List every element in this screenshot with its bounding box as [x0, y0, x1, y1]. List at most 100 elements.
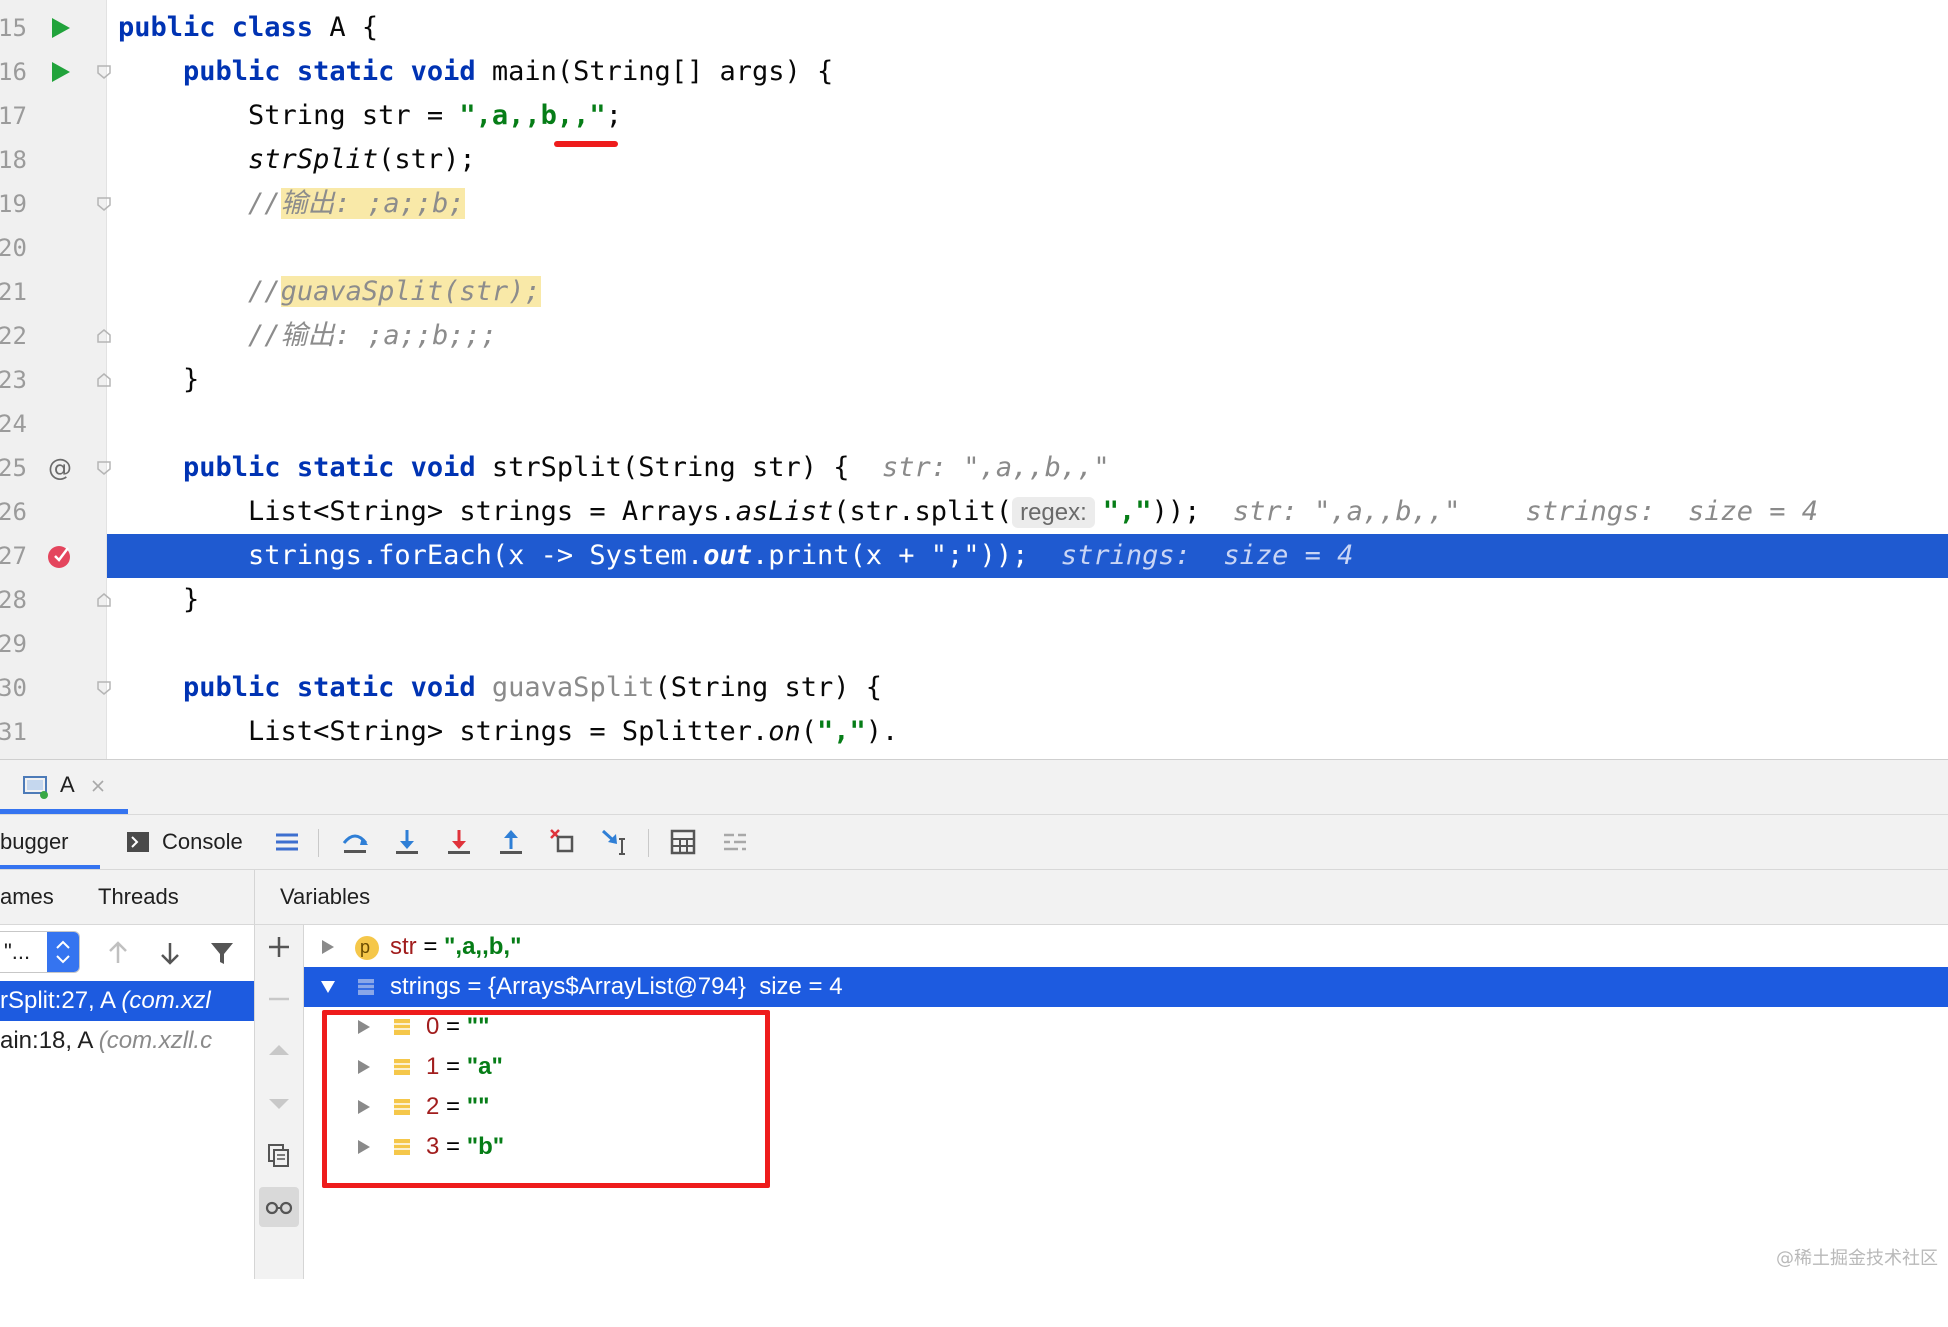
line-number: 22	[0, 322, 27, 350]
fold-marker-icon[interactable]	[96, 328, 112, 344]
close-icon[interactable]	[90, 778, 106, 794]
line-number: 26	[0, 498, 27, 526]
code-text: String str = ",a,,b,,";	[118, 100, 622, 131]
code-line-18[interactable]: 18 strSplit(str);	[0, 138, 1948, 182]
add-watch-icon[interactable]	[265, 933, 293, 961]
frame-item-selected[interactable]: rSplit:27, A (com.xzl	[0, 981, 254, 1021]
code-line-29[interactable]: 29	[0, 622, 1948, 666]
tab-frames[interactable]: ames	[0, 870, 54, 924]
tab-console-label: Console	[162, 829, 243, 854]
show-watches-toggle[interactable]	[259, 1187, 299, 1227]
code-text: //guavaSplit(str);	[248, 276, 541, 307]
expand-arrow-icon[interactable]	[318, 927, 338, 967]
remove-watch-icon[interactable]	[265, 985, 293, 1013]
inline-debug-hint: strings: size = 4	[1060, 540, 1354, 571]
code-line-19[interactable]: 19 //输出: ;a;;b;	[0, 182, 1948, 226]
tab-debugger[interactable]: bugger	[0, 815, 100, 869]
step-out-icon[interactable]	[496, 827, 526, 857]
code-line-26[interactable]: 26 List<String> strings = Arrays.asList(…	[0, 490, 1948, 534]
step-over-icon[interactable]	[340, 827, 370, 857]
run-tab-label: A	[60, 772, 75, 797]
variables-title: Variables	[280, 884, 371, 909]
line-number: 16	[0, 58, 27, 86]
line-number: 31	[0, 718, 27, 746]
tab-console[interactable]: Console	[122, 815, 250, 869]
force-step-into-icon[interactable]	[444, 827, 474, 857]
parameter-badge-label: p	[360, 937, 371, 957]
code-line-17[interactable]: 17 String str = ",a,,b,,";	[0, 94, 1948, 138]
step-into-icon[interactable]	[392, 827, 422, 857]
divider	[254, 870, 255, 924]
red-box-annotation	[322, 1010, 770, 1188]
code-line-23[interactable]: 23 }	[0, 358, 1948, 402]
fold-marker-icon[interactable]	[96, 680, 112, 696]
code-line-24[interactable]: 24	[0, 402, 1948, 446]
debugger-subheader: ames Threads Variables	[0, 870, 1948, 925]
code-text: List<String> strings = Arrays.asList(str…	[118, 496, 1819, 528]
code-text: //输出: ;a;;b;;;	[248, 320, 498, 351]
code-line-28[interactable]: 28 }	[0, 578, 1948, 622]
code-text: public static void guavaSplit(String str…	[183, 672, 883, 703]
code-text: strings.forEach(x -> System.out.print(x …	[118, 540, 1354, 571]
line-number: 24	[0, 410, 27, 438]
code-line-25[interactable]: 25 @ public static void strSplit(String …	[0, 446, 1948, 490]
code-line-30[interactable]: 30 public static void guavaSplit(String …	[0, 666, 1948, 710]
code-line-27-current[interactable]: 27 strings.forEach(x -> System.out.print…	[0, 534, 1948, 578]
line-number: 15	[0, 14, 27, 42]
code-line-20[interactable]: 20	[0, 226, 1948, 270]
code-text: }	[118, 584, 200, 615]
line-number: 18	[0, 146, 27, 174]
variable-row-strings-selected[interactable]: strings = {Arrays$ArrayList@794} size = …	[304, 967, 1948, 1007]
arrow-down-icon[interactable]	[156, 939, 184, 967]
breakpoint-icon[interactable]	[46, 542, 74, 570]
line-number: 27	[0, 542, 27, 570]
code-line-15[interactable]: 15 public class A {	[0, 6, 1948, 50]
run-tab-a[interactable]: A	[0, 760, 128, 814]
thread-select[interactable]: "...	[0, 931, 80, 973]
layout-menu-icon[interactable]	[272, 827, 302, 857]
duplicate-watch-icon[interactable]	[265, 1141, 293, 1169]
toolbar-separator	[318, 829, 319, 857]
line-number: 23	[0, 366, 27, 394]
run-icon[interactable]	[46, 58, 74, 86]
drop-frame-icon[interactable]	[548, 827, 578, 857]
code-text: List<String> strings = Splitter.on(",").	[118, 716, 899, 747]
evaluate-expression-icon[interactable]	[668, 827, 698, 857]
variables-side-toolbar	[255, 925, 304, 1279]
code-editor[interactable]: 15 public class A { 16 public static voi…	[0, 0, 1948, 759]
fold-marker-icon[interactable]	[96, 196, 112, 212]
tab-threads[interactable]: Threads	[98, 870, 179, 924]
fold-marker-icon[interactable]	[96, 64, 112, 80]
code-line-22[interactable]: 22 //输出: ;a;;b;;;	[0, 314, 1948, 358]
line-number: 19	[0, 190, 27, 218]
run-icon[interactable]	[46, 14, 74, 42]
frame-item[interactable]: ain:18, A (com.xzll.c	[0, 1021, 254, 1061]
move-up-icon[interactable]	[265, 1037, 293, 1065]
variable-text: str = ",a,,b,"	[390, 933, 522, 960]
select-arrows-icon	[47, 932, 79, 972]
variable-text: strings = {Arrays$ArrayList@794} size = …	[390, 973, 843, 1000]
fold-marker-icon[interactable]	[96, 592, 112, 608]
debug-tool-window: A bugger Console ames Threads Variables	[0, 759, 1948, 1279]
frames-pane: "... rSplit:27, A (com.xzl ain:18, A (co…	[0, 925, 255, 1279]
fold-marker-icon[interactable]	[96, 372, 112, 388]
implementation-marker-icon[interactable]: @	[46, 454, 74, 482]
line-number: 21	[0, 278, 27, 306]
code-line-31[interactable]: 31 List<String> strings = Splitter.on(",…	[0, 710, 1948, 754]
trace-current-stream-icon[interactable]	[720, 827, 750, 857]
variable-row-str[interactable]: p str = ",a,,b,"	[304, 927, 1948, 967]
fold-marker-icon[interactable]	[96, 460, 112, 476]
collapse-arrow-icon[interactable]	[318, 967, 338, 1007]
line-number: 17	[0, 102, 27, 130]
filter-icon[interactable]	[208, 939, 236, 967]
run-to-cursor-icon[interactable]	[600, 827, 630, 857]
code-line-16[interactable]: 16 public static void main(String[] args…	[0, 50, 1948, 94]
watermark: @稀土掘金技术社区	[1776, 1248, 1938, 1269]
frame-label: ain:18, A (com.xzll.c	[0, 1027, 213, 1054]
inline-debug-hint: str: ",a,,b,,"	[882, 452, 1110, 483]
code-text: }	[118, 364, 200, 395]
line-number: 28	[0, 586, 27, 614]
move-down-icon[interactable]	[265, 1089, 293, 1117]
arrow-up-icon[interactable]	[104, 939, 132, 967]
code-line-21[interactable]: 21 //guavaSplit(str);	[0, 270, 1948, 314]
